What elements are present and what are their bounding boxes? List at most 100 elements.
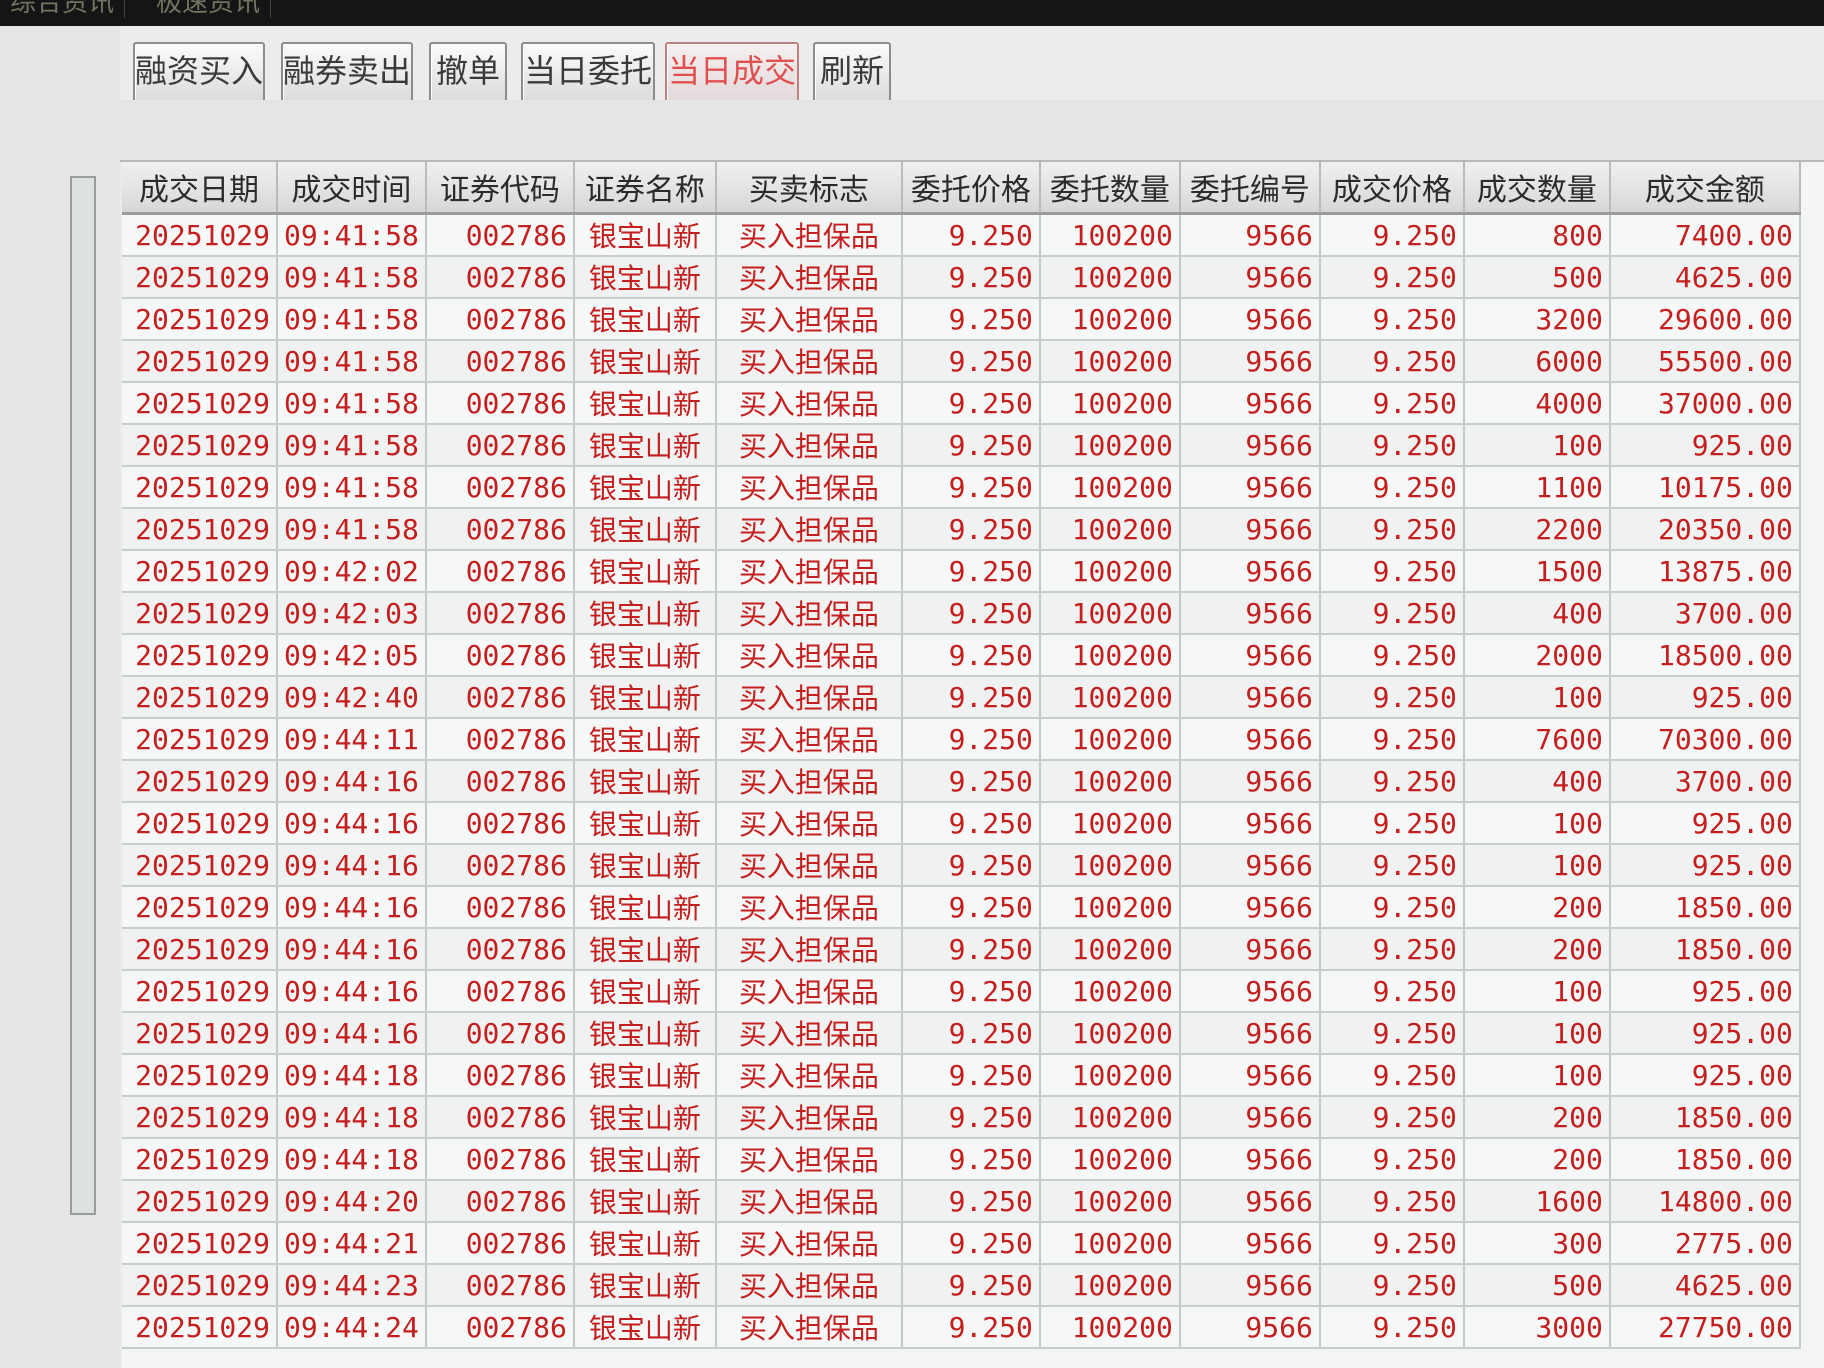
cell-side: 买入担保品 xyxy=(715,1264,903,1307)
cell-trade-date: 20251029 xyxy=(122,340,278,383)
cell-fill-qty: 100 xyxy=(1463,1012,1611,1055)
col-header-security-name[interactable]: 证券名称 xyxy=(573,162,717,215)
col-header-security-code[interactable]: 证券代码 xyxy=(425,162,575,215)
cell-fill-price: 9.250 xyxy=(1319,592,1465,635)
left-scrollbar[interactable] xyxy=(70,176,96,1215)
col-header-order-price[interactable]: 委托价格 xyxy=(901,162,1041,215)
cell-fill-price: 9.250 xyxy=(1319,508,1465,551)
table-row[interactable]: 20251029 09:44:16 002786 银宝山新 买入担保品 9.250 1002… xyxy=(122,886,1801,929)
cell-order-id: 9566 xyxy=(1179,886,1321,929)
cell-order-price: 9.250 xyxy=(901,760,1041,803)
table-row[interactable]: 20251029 09:44:16 002786 银宝山新 买入担保品 9.250 1002… xyxy=(122,844,1801,887)
refresh-button[interactable]: 刷新 xyxy=(813,42,891,102)
table-row[interactable]: 20251029 09:41:58 002786 银宝山新 买入担保品 9.250 1002… xyxy=(122,298,1801,341)
col-header-fill-amount[interactable]: 成交金额 xyxy=(1609,162,1801,215)
table-row[interactable]: 20251029 09:44:18 002786 银宝山新 买入担保品 9.250 1002… xyxy=(122,1096,1801,1139)
col-header-fill-qty[interactable]: 成交数量 xyxy=(1463,162,1611,215)
cell-security-name: 银宝山新 xyxy=(573,886,717,929)
cell-security-code: 002786 xyxy=(425,592,575,635)
table-row[interactable]: 20251029 09:42:02 002786 银宝山新 买入担保品 9.250 1002… xyxy=(122,550,1801,593)
cell-order-price: 9.250 xyxy=(901,424,1041,467)
cell-fill-qty: 200 xyxy=(1463,1096,1611,1139)
table-row[interactable]: 20251029 09:41:58 002786 银宝山新 买入担保品 9.250 1002… xyxy=(122,382,1801,425)
cell-trade-date: 20251029 xyxy=(122,970,278,1013)
table-row[interactable]: 20251029 09:44:23 002786 银宝山新 买入担保品 9.250 1002… xyxy=(122,1264,1801,1307)
table-row[interactable]: 20251029 09:42:03 002786 银宝山新 买入担保品 9.250 1002… xyxy=(122,592,1801,635)
col-header-side[interactable]: 买卖标志 xyxy=(715,162,903,215)
cell-order-price: 9.250 xyxy=(901,634,1041,677)
cell-trade-time: 09:44:16 xyxy=(277,844,427,887)
table-row[interactable]: 20251029 09:41:58 002786 银宝山新 买入担保品 9.250 1002… xyxy=(122,508,1801,551)
cell-side: 买入担保品 xyxy=(715,1054,903,1097)
top-tab-news[interactable]: 综合资讯 xyxy=(0,0,126,18)
cell-trade-date: 20251029 xyxy=(122,676,278,719)
table-row[interactable]: 20251029 09:44:16 002786 银宝山新 买入担保品 9.250 1002… xyxy=(122,760,1801,803)
cell-order-price: 9.250 xyxy=(901,256,1041,299)
cell-side: 买入担保品 xyxy=(715,424,903,467)
cancel-order-button[interactable]: 撤单 xyxy=(429,42,507,102)
cell-trade-date: 20251029 xyxy=(122,760,278,803)
table-row[interactable]: 20251029 09:41:58 002786 银宝山新 买入担保品 9.250 1002… xyxy=(122,340,1801,383)
col-header-order-id[interactable]: 委托编号 xyxy=(1179,162,1321,215)
cell-fill-price: 9.250 xyxy=(1319,550,1465,593)
margin-buy-button[interactable]: 融资买入 xyxy=(133,42,265,102)
cell-security-name: 银宝山新 xyxy=(573,676,717,719)
table-row[interactable]: 20251029 09:44:21 002786 银宝山新 买入担保品 9.250 1002… xyxy=(122,1222,1801,1265)
table-row[interactable]: 20251029 09:41:58 002786 银宝山新 买入担保品 9.250 1002… xyxy=(122,213,1801,257)
cell-fill-price: 9.250 xyxy=(1319,1096,1465,1139)
toolbar-strip xyxy=(120,100,1824,162)
cell-security-name: 银宝山新 xyxy=(573,1012,717,1055)
table-row[interactable]: 20251029 09:44:20 002786 银宝山新 买入担保品 9.250 1002… xyxy=(122,1180,1801,1223)
cell-order-price: 9.250 xyxy=(901,550,1041,593)
table-row[interactable]: 20251029 09:44:11 002786 银宝山新 买入担保品 9.250 1002… xyxy=(122,718,1801,761)
cell-security-code: 002786 xyxy=(425,760,575,803)
cell-side: 买入担保品 xyxy=(715,718,903,761)
cell-security-name: 银宝山新 xyxy=(573,1054,717,1097)
table-row[interactable]: 20251029 09:44:16 002786 银宝山新 买入担保品 9.250 1002… xyxy=(122,970,1801,1013)
cell-order-price: 9.250 xyxy=(901,1222,1041,1265)
table-row[interactable]: 20251029 09:41:58 002786 银宝山新 买入担保品 9.250 1002… xyxy=(122,424,1801,467)
cell-order-price: 9.250 xyxy=(901,802,1041,845)
cell-trade-time: 09:44:24 xyxy=(277,1306,427,1349)
table-row[interactable]: 20251029 09:41:58 002786 银宝山新 买入担保品 9.250 1002… xyxy=(122,256,1801,299)
cell-fill-amount: 3700.00 xyxy=(1609,760,1801,803)
today-trades-button[interactable]: 当日成交 xyxy=(665,42,799,102)
cell-order-id: 9566 xyxy=(1179,550,1321,593)
cell-trade-time: 09:44:18 xyxy=(277,1138,427,1181)
cell-side: 买入担保品 xyxy=(715,298,903,341)
cell-fill-price: 9.250 xyxy=(1319,1138,1465,1181)
today-orders-button[interactable]: 当日委托 xyxy=(521,42,655,102)
col-header-trade-date[interactable]: 成交日期 xyxy=(122,162,278,215)
cell-trade-date: 20251029 xyxy=(122,592,278,635)
table-row[interactable]: 20251029 09:44:16 002786 银宝山新 买入担保品 9.250 1002… xyxy=(122,1012,1801,1055)
table-row[interactable]: 20251029 09:42:40 002786 银宝山新 买入担保品 9.250 1002… xyxy=(122,676,1801,719)
cell-order-id: 9566 xyxy=(1179,466,1321,509)
cell-side: 买入担保品 xyxy=(715,1306,903,1349)
cell-fill-qty: 6000 xyxy=(1463,340,1611,383)
cell-trade-time: 09:44:16 xyxy=(277,802,427,845)
table-row[interactable]: 20251029 09:44:18 002786 银宝山新 买入担保品 9.250 1002… xyxy=(122,1054,1801,1097)
cell-security-code: 002786 xyxy=(425,256,575,299)
top-tab-fast-news[interactable]: 极速资讯 xyxy=(146,0,272,18)
cell-order-qty: 100200 xyxy=(1039,760,1181,803)
table-row[interactable]: 20251029 09:44:24 002786 银宝山新 买入担保品 9.250 1002… xyxy=(122,1306,1801,1349)
table-row[interactable]: 20251029 09:44:18 002786 银宝山新 买入担保品 9.250 1002… xyxy=(122,1138,1801,1181)
col-header-fill-price[interactable]: 成交价格 xyxy=(1319,162,1465,215)
table-row[interactable]: 20251029 09:42:05 002786 银宝山新 买入担保品 9.250 1002… xyxy=(122,634,1801,677)
cell-fill-amount: 70300.00 xyxy=(1609,718,1801,761)
trade-toolbar: 融资买入 融券卖出 撤单 当日委托 当日成交 刷新 xyxy=(120,26,1824,102)
short-sell-button[interactable]: 融券卖出 xyxy=(281,42,413,102)
cell-trade-time: 09:44:21 xyxy=(277,1222,427,1265)
cell-fill-amount: 925.00 xyxy=(1609,802,1801,845)
cell-side: 买入担保品 xyxy=(715,1096,903,1139)
cell-security-name: 银宝山新 xyxy=(573,760,717,803)
col-header-order-qty[interactable]: 委托数量 xyxy=(1039,162,1181,215)
table-row[interactable]: 20251029 09:44:16 002786 银宝山新 买入担保品 9.250 1002… xyxy=(122,928,1801,971)
cell-order-price: 9.250 xyxy=(901,886,1041,929)
cell-fill-amount: 18500.00 xyxy=(1609,634,1801,677)
cell-fill-amount: 55500.00 xyxy=(1609,340,1801,383)
col-header-trade-time[interactable]: 成交时间 xyxy=(277,162,427,215)
cell-fill-price: 9.250 xyxy=(1319,213,1465,257)
table-row[interactable]: 20251029 09:41:58 002786 银宝山新 买入担保品 9.250 1002… xyxy=(122,466,1801,509)
table-row[interactable]: 20251029 09:44:16 002786 银宝山新 买入担保品 9.250 1002… xyxy=(122,802,1801,845)
